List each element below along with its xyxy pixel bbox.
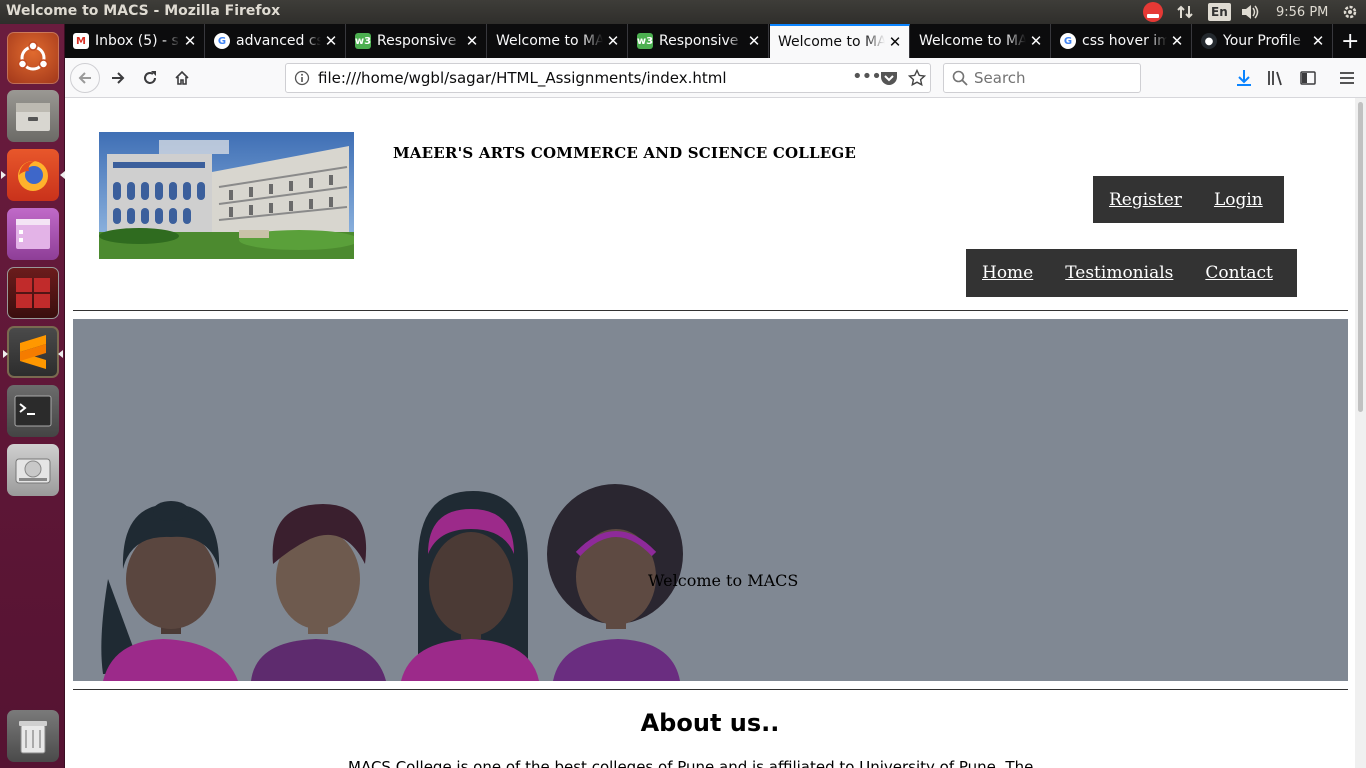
page-viewport: MAEER'S ARTS COMMERCE AND SCIENCE COLLEG… [65,98,1355,768]
google-icon: G [1060,33,1076,49]
keyboard-layout-indicator[interactable]: En [1208,3,1231,21]
ubuntu-dash-icon[interactable] [7,32,59,84]
scrollbar-thumb[interactable] [1358,102,1363,412]
sidebar-icon [1300,71,1316,85]
disk-drive-icon[interactable] [7,444,59,496]
files-icon[interactable] [7,90,59,142]
search-input[interactable] [974,68,1134,88]
tab-w3schools-responsive-2[interactable]: w3 Responsive ✕ [629,24,769,58]
forward-button[interactable] [103,63,133,93]
login-link[interactable]: Login [1214,190,1263,210]
close-icon[interactable]: ✕ [744,32,764,50]
w3schools-icon: w3 [355,33,371,49]
divider [73,310,1348,311]
downloads-button[interactable] [1229,63,1259,93]
plus-icon: + [1341,28,1360,54]
college-building-image [99,132,354,259]
pocket-icon[interactable] [880,70,898,90]
library-icon [1268,71,1282,86]
about-heading: About us.. [640,709,780,737]
sublime-text-icon[interactable] [3,326,63,378]
about-paragraph: MACS College is one of the best colleges… [348,758,1034,768]
library-button[interactable] [1261,63,1291,93]
register-link[interactable]: Register [1109,190,1182,210]
close-icon[interactable]: ✕ [462,32,482,50]
download-icon [1237,70,1251,86]
gmail-icon: M [73,33,89,49]
reload-button[interactable] [135,63,165,93]
sidebar-button[interactable] [1293,63,1323,93]
close-icon[interactable]: ✕ [1308,32,1328,50]
back-button[interactable] [70,63,100,93]
url-text[interactable]: file:///home/wgbl/sagar/HTML_Assignments… [318,69,727,87]
home-button[interactable] [167,63,197,93]
page-scrollbar[interactable] [1355,98,1366,768]
close-icon[interactable]: ✕ [1167,32,1187,50]
hero-welcome-text: Welcome to MACS [648,571,799,590]
tab-gmail[interactable]: M Inbox (5) - sa ✕ [65,24,205,58]
close-icon[interactable]: ✕ [1026,32,1046,50]
window-title: Welcome to MACS - Mozilla Firefox [6,3,281,19]
firefox-icon[interactable] [1,149,65,201]
terminal-icon[interactable] [7,385,59,437]
main-navigation: Home Testimonials Contact [966,249,1297,297]
search-bar[interactable] [943,63,1141,93]
arrow-left-icon [78,72,91,84]
trash-icon[interactable] [7,710,59,762]
reload-icon [144,71,156,84]
close-icon[interactable]: ✕ [885,33,905,51]
nav-contact-link[interactable]: Contact [1205,263,1273,283]
bookmark-star-icon[interactable] [907,68,927,91]
close-icon[interactable]: ✕ [180,32,200,50]
arrow-right-icon [112,72,125,84]
page-actions-icon[interactable]: ••• [852,66,882,87]
tab-welcome-macs-3[interactable]: Welcome to MACS ✕ [911,24,1051,58]
menu-button[interactable] [1332,63,1362,93]
students-illustration [101,484,683,681]
close-icon[interactable]: ✕ [603,32,623,50]
tab-strip: M Inbox (5) - sa ✕ G advanced css ✕ w3 R… [65,24,1366,58]
app-window-icon[interactable] [7,208,59,260]
nav-testimonials-link[interactable]: Testimonials [1065,263,1173,283]
divider [73,689,1348,690]
network-error-icon[interactable] [1143,2,1163,22]
url-bar[interactable]: file:///home/wgbl/sagar/HTML_Assignments… [285,63,931,93]
tab-github-profile[interactable]: ● Your Profile ✕ [1193,24,1333,58]
unity-launcher [0,24,65,768]
info-icon[interactable] [294,70,310,90]
home-icon [175,70,189,85]
system-top-bar: Welcome to MACS - Mozilla Firefox En 9:5… [0,0,1366,24]
tab-w3schools-responsive[interactable]: w3 Responsive ✕ [347,24,487,58]
search-icon [952,70,968,90]
navigation-toolbar: file:///home/wgbl/sagar/HTML_Assignments… [65,58,1366,98]
hamburger-menu-icon [1340,72,1354,84]
google-icon: G [214,33,230,49]
auth-links: Register Login [1093,176,1284,223]
workspace-switcher-icon[interactable] [7,267,59,319]
volume-icon[interactable] [1239,2,1261,22]
tab-welcome-macs-active[interactable]: Welcome to MACS ✕ [770,24,910,58]
nav-home-link[interactable]: Home [982,263,1033,283]
hero-banner: Welcome to MACS [73,319,1348,681]
tab-welcome-macs[interactable]: Welcome to MACS ✕ [488,24,628,58]
tab-google-advanced-css[interactable]: G advanced css ✕ [206,24,346,58]
github-icon: ● [1201,33,1217,49]
college-name-heading: MAEER'S ARTS COMMERCE AND SCIENCE COLLEG… [393,144,857,162]
settings-gear-icon[interactable] [1340,2,1360,22]
network-transfer-icon[interactable] [1175,2,1195,22]
tab-google-css-hover[interactable]: G css hover im ✕ [1052,24,1192,58]
clock[interactable]: 9:56 PM [1276,2,1328,22]
w3schools-icon: w3 [637,33,653,49]
new-tab-button[interactable]: + [1335,24,1366,58]
close-icon[interactable]: ✕ [321,32,341,50]
